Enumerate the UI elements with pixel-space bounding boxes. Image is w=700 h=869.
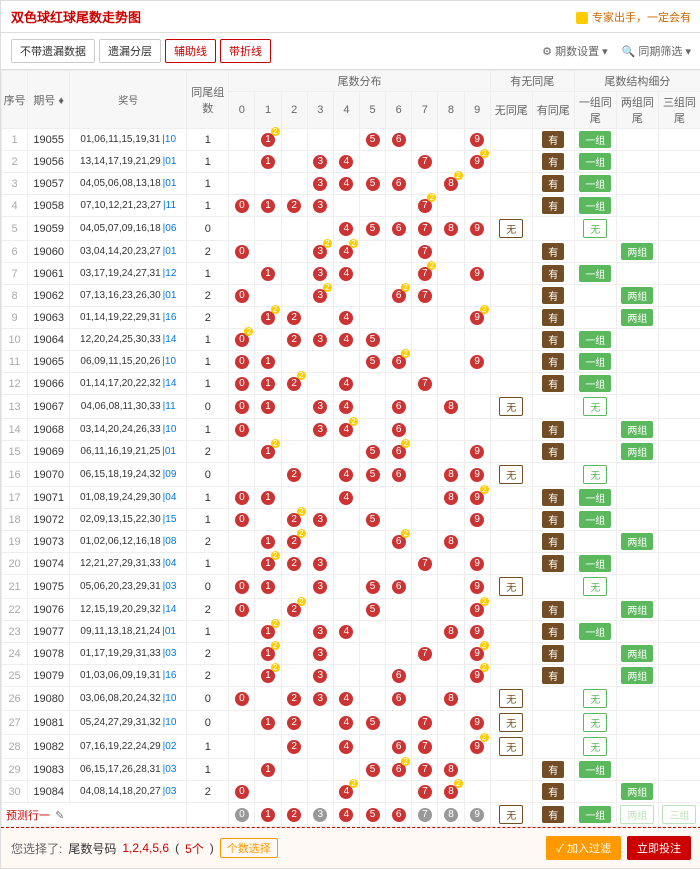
trend-table: 序号 期号 ♦ 奖号 同尾组数 尾数分布 有无同尾 尾数结构细分 0123456… bbox=[1, 70, 700, 827]
th-jg3: 三组同尾 bbox=[658, 92, 700, 129]
table-row: 241907801,17,19,29,31,33|032123792有两组 bbox=[2, 643, 700, 665]
sel-prefix: 尾数号码 bbox=[68, 840, 116, 857]
table-row: 91906301,14,19,22,29,31|162122492有两组 bbox=[2, 307, 700, 329]
sel-count: 5个 bbox=[185, 840, 204, 857]
th-idx: 序号 bbox=[2, 71, 28, 129]
table-row: 231907709,11,13,18,21,24|011123489有一组 bbox=[2, 621, 700, 643]
th-tail-0: 0 bbox=[229, 92, 255, 129]
pred-tail-8[interactable]: 8 bbox=[438, 803, 464, 827]
th-tail-7: 7 bbox=[412, 92, 438, 129]
table-row: 61906003,04,14,20,23,27|012032427有两组 bbox=[2, 241, 700, 263]
th-tail-5: 5 bbox=[360, 92, 386, 129]
sel-label: 您选择了: bbox=[11, 840, 62, 857]
filter-setting[interactable]: 🔍 同期筛选 ▾ bbox=[622, 43, 691, 59]
table-row: 211907505,06,20,23,29,31|030013569无无 bbox=[2, 575, 700, 599]
btn-nodist[interactable]: 不带遗漏数据 bbox=[11, 39, 95, 63]
pred-g3[interactable]: 三组 bbox=[658, 803, 700, 827]
prediction-row: 预测行一 0123456789无有一组两组三组 bbox=[2, 803, 700, 827]
pred-tail-5[interactable]: 5 bbox=[360, 803, 386, 827]
th-tail-2: 2 bbox=[281, 92, 307, 129]
table-row: 121906601,14,17,20,22,32|141012247有一组 bbox=[2, 373, 700, 395]
btn-aux[interactable]: 辅助线 bbox=[165, 39, 216, 63]
table-row: 261908003,06,08,20,24,32|100023468无无 bbox=[2, 687, 700, 711]
th-jg2: 两组同尾 bbox=[616, 92, 658, 129]
table-row: 41905807,10,12,21,23,27|111012372有一组 bbox=[2, 195, 700, 217]
table-row: 301908404,08,14,18,20,27|032042782有两组 bbox=[2, 781, 700, 803]
pred-you[interactable]: 有 bbox=[532, 803, 574, 827]
th-ytw: 有同尾 bbox=[532, 92, 574, 129]
table-row: 201907412,21,27,29,31,33|041122379有一组 bbox=[2, 553, 700, 575]
btn-fold[interactable]: 带折线 bbox=[220, 39, 271, 63]
bet-button[interactable]: 立即投注 bbox=[627, 836, 691, 860]
th-wtw: 无同尾 bbox=[490, 92, 532, 129]
table-row: 271908105,24,27,29,31,32|100124579无无 bbox=[2, 711, 700, 735]
table-row: 141906803,14,20,24,26,33|10103426有两组 bbox=[2, 419, 700, 441]
period-setting[interactable]: ⚙ 期数设置 ▾ bbox=[542, 43, 608, 59]
count-select-btn[interactable]: 个数选择 bbox=[220, 838, 278, 858]
table-row: 51905904,05,07,09,16,18|060456789无无 bbox=[2, 217, 700, 241]
table-row: 161907006,15,18,19,24,32|090245689无无 bbox=[2, 463, 700, 487]
table-row: 151906906,11,16,19,21,25|012125629有两组 bbox=[2, 441, 700, 463]
selection-bar: 您选择了: 尾数号码 1,2,4,5,6 (5个) 个数选择 ✓ 加入过滤 立即… bbox=[1, 827, 700, 868]
th-tail-9: 9 bbox=[464, 92, 490, 129]
table-row: 111906506,09,11,15,20,26|101015629有一组 bbox=[2, 351, 700, 373]
btn-distlayer[interactable]: 遗漏分层 bbox=[99, 39, 161, 63]
pred-tail-4[interactable]: 4 bbox=[333, 803, 359, 827]
sel-nums: 1,2,4,5,6 bbox=[122, 841, 169, 855]
th-tail-6: 6 bbox=[386, 92, 412, 129]
table-row: 181907202,09,13,15,22,30|151022359有一组 bbox=[2, 509, 700, 531]
pred-g1[interactable]: 一组 bbox=[574, 803, 616, 827]
tip-icon bbox=[576, 12, 588, 24]
pred-tail-1[interactable]: 1 bbox=[255, 803, 281, 827]
th-numbers: 奖号 bbox=[70, 71, 187, 129]
th-tail-1: 1 bbox=[255, 92, 281, 129]
pred-label: 预测行一 bbox=[6, 810, 50, 822]
th-hastail: 有无同尾 bbox=[490, 71, 574, 92]
pred-tail-6[interactable]: 6 bbox=[386, 803, 412, 827]
th-period[interactable]: 期号 ♦ bbox=[28, 71, 70, 129]
sort-icon: ♦ bbox=[58, 95, 64, 107]
table-row: 131906704,06,08,11,30,33|110013468无无 bbox=[2, 395, 700, 419]
table-row: 251907901,03,06,09,19,31|162123692有两组 bbox=[2, 665, 700, 687]
pred-tail-3[interactable]: 3 bbox=[307, 803, 333, 827]
th-jg1: 一组同尾 bbox=[574, 92, 616, 129]
th-tail-8: 8 bbox=[438, 92, 464, 129]
table-row: 101906412,20,24,25,30,33|141022345有一组 bbox=[2, 329, 700, 351]
page-title: 双色球红球尾数走势图 bbox=[11, 7, 141, 26]
table-row: 31905704,05,06,08,13,18|011345682有一组 bbox=[2, 173, 700, 195]
table-row: 11905501,06,11,15,19,31|10112569有一组 bbox=[2, 129, 700, 151]
th-struct: 尾数结构细分 bbox=[574, 71, 700, 92]
th-groups: 同尾组数 bbox=[187, 71, 229, 129]
pred-tail-9[interactable]: 9 bbox=[464, 803, 490, 827]
tip-text: 专家出手，一定会有 bbox=[576, 9, 691, 25]
pred-tail-7[interactable]: 7 bbox=[412, 803, 438, 827]
table-row: 191907301,02,06,12,16,18|082122628有两组 bbox=[2, 531, 700, 553]
th-dist: 尾数分布 bbox=[229, 71, 490, 92]
table-row: 171907101,08,19,24,29,30|041014892有一组 bbox=[2, 487, 700, 509]
table-row: 281908207,16,19,22,24,29|021246792无无 bbox=[2, 735, 700, 759]
pred-input[interactable] bbox=[53, 809, 117, 823]
add-filter-button[interactable]: ✓ 加入过滤 bbox=[546, 836, 621, 860]
table-row: 291908306,15,17,26,28,31|031156278有一组 bbox=[2, 759, 700, 781]
pred-g2[interactable]: 两组 bbox=[616, 803, 658, 827]
table-row: 21905613,14,17,19,21,29|011134792有一组 bbox=[2, 151, 700, 173]
table-row: 81906207,13,16,23,26,30|012032627有两组 bbox=[2, 285, 700, 307]
th-tail-3: 3 bbox=[307, 92, 333, 129]
pred-tail-2[interactable]: 2 bbox=[281, 803, 307, 827]
pred-tail-0[interactable]: 0 bbox=[229, 803, 255, 827]
th-tail-4: 4 bbox=[333, 92, 359, 129]
table-row: 71906103,17,19,24,27,31|121134729有一组 bbox=[2, 263, 700, 285]
pred-wu[interactable]: 无 bbox=[490, 803, 532, 827]
table-row: 221907612,15,19,20,29,32|142022592有两组 bbox=[2, 599, 700, 621]
